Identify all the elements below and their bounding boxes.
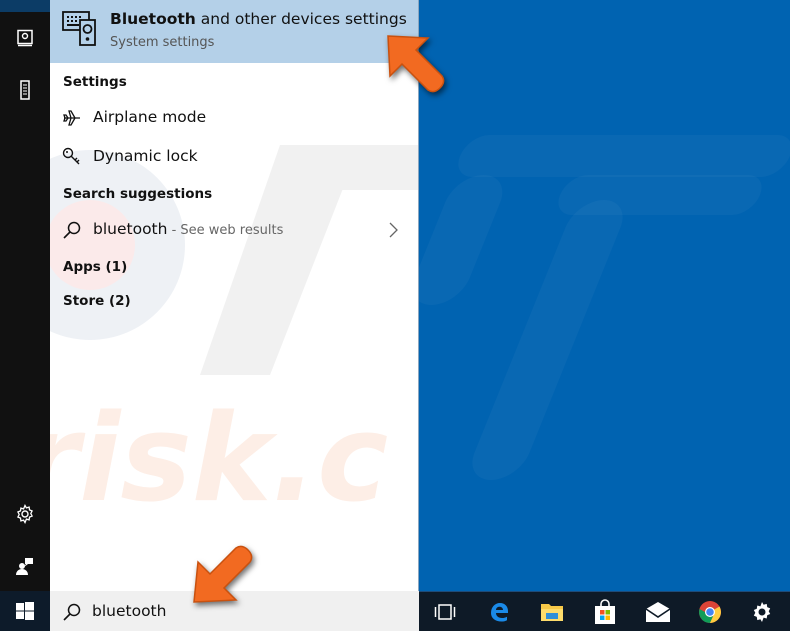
section-heading-apps[interactable]: Apps (1) bbox=[63, 259, 127, 275]
best-match-result[interactable]: Bluetooth and other devices settings Sys… bbox=[50, 0, 418, 63]
result-label: bluetooth - See web results bbox=[93, 220, 284, 238]
svg-text:risk.c: risk.c bbox=[50, 390, 388, 529]
result-label: Airplane mode bbox=[93, 108, 207, 126]
result-airplane-mode[interactable]: Airplane mode bbox=[50, 101, 418, 135]
search-results-panel: risk.c Bluetooth and other devices setti… bbox=[50, 0, 419, 591]
windows-logo-icon bbox=[16, 602, 34, 620]
taskbar-search-box[interactable] bbox=[50, 591, 419, 631]
settings-gear-icon[interactable] bbox=[0, 498, 50, 530]
rail-top-strip bbox=[0, 0, 50, 12]
documents-icon[interactable] bbox=[0, 22, 50, 54]
section-heading-search-suggestions: Search suggestions bbox=[63, 186, 213, 202]
section-heading-settings: Settings bbox=[63, 74, 127, 90]
key-icon bbox=[62, 147, 80, 165]
device-icon[interactable] bbox=[0, 74, 50, 106]
task-view-icon[interactable] bbox=[431, 598, 459, 626]
mail-icon[interactable] bbox=[644, 598, 672, 626]
taskbar bbox=[419, 591, 790, 631]
search-input[interactable] bbox=[92, 597, 392, 625]
search-icon bbox=[63, 603, 81, 621]
chevron-right-icon[interactable] bbox=[387, 221, 401, 239]
watermark-shape bbox=[463, 200, 631, 480]
web-search-suggestion[interactable]: bluetooth - See web results bbox=[50, 213, 418, 247]
chrome-icon[interactable] bbox=[696, 598, 724, 626]
edge-icon[interactable] bbox=[485, 598, 513, 626]
folder-icon[interactable] bbox=[538, 598, 566, 626]
feedback-icon[interactable] bbox=[0, 550, 50, 582]
result-dynamic-lock[interactable]: Dynamic lock bbox=[50, 140, 418, 174]
best-match-title: Bluetooth and other devices settings bbox=[110, 10, 407, 28]
watermark-shape bbox=[452, 135, 790, 177]
start-left-rail bbox=[0, 0, 50, 591]
watermark-shape bbox=[404, 175, 512, 305]
store-bag-icon[interactable] bbox=[591, 598, 619, 626]
airplane-icon bbox=[63, 110, 80, 126]
result-label: Dynamic lock bbox=[93, 147, 198, 165]
best-match-subtitle: System settings bbox=[110, 35, 215, 50]
section-heading-store[interactable]: Store (2) bbox=[63, 293, 131, 309]
devices-icon bbox=[62, 11, 96, 46]
gear-icon[interactable] bbox=[748, 598, 776, 626]
start-button[interactable] bbox=[0, 591, 50, 631]
search-icon bbox=[63, 221, 81, 239]
